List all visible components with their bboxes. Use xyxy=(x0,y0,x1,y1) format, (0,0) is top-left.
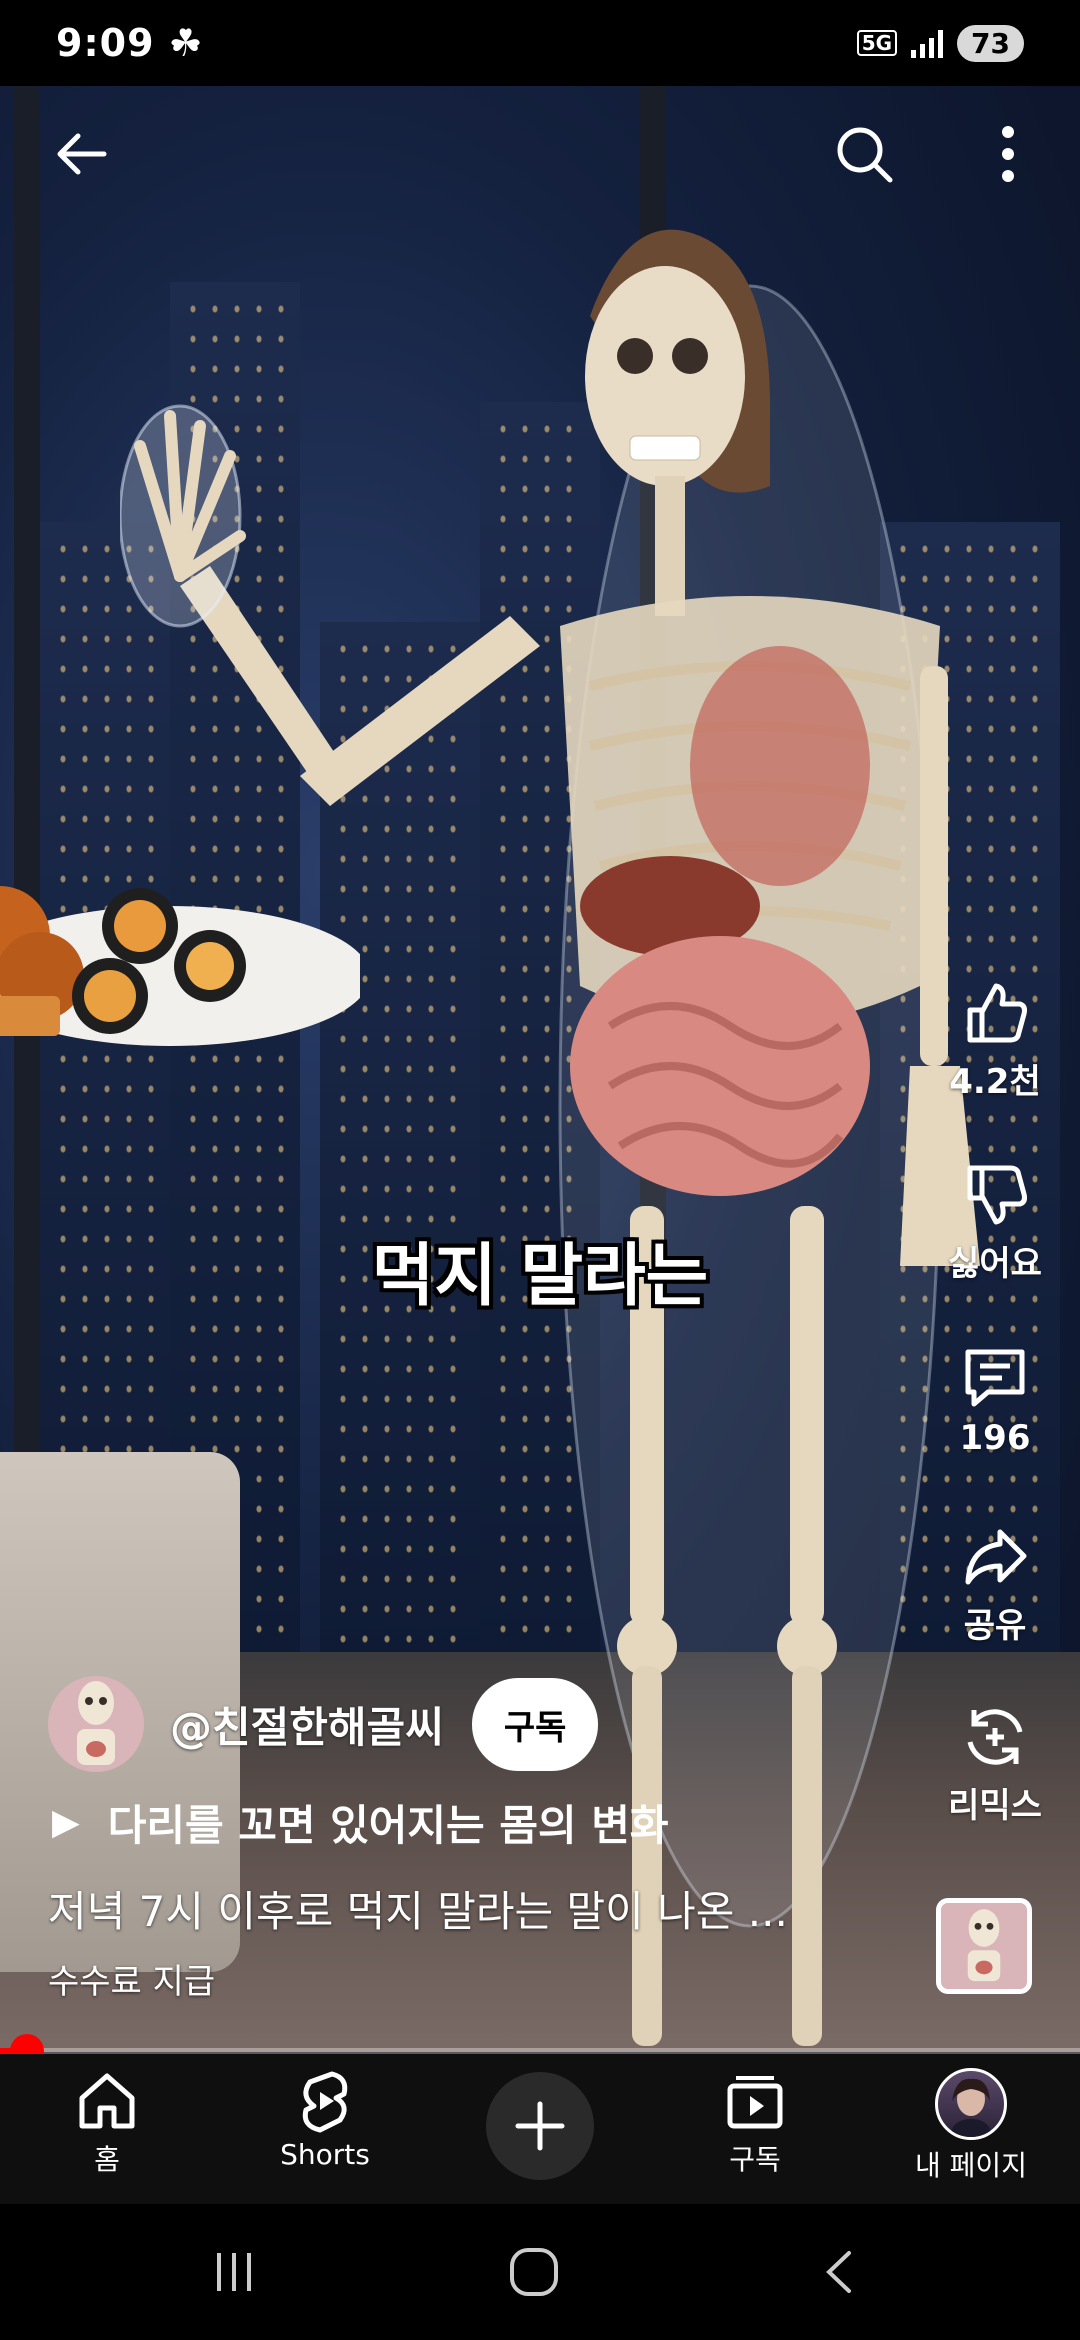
signal-icon xyxy=(911,28,944,58)
status-time: 9:09 xyxy=(56,21,155,65)
channel-avatar[interactable] xyxy=(48,1676,144,1772)
linked-video[interactable]: ▶ 다리를 꼬면 있어지는 몸의 변화 xyxy=(52,1792,669,1853)
nav-my-page[interactable]: 내 페이지 xyxy=(886,2068,1056,2184)
avatar xyxy=(935,2068,1007,2140)
play-icon: ▶ xyxy=(52,1802,80,1843)
create-button[interactable] xyxy=(486,2072,594,2180)
share-button[interactable]: 공유 xyxy=(930,1522,1060,1647)
nav-home-label: 홈 xyxy=(94,2143,120,2176)
remix-label: 리믹스 xyxy=(948,1786,1042,1826)
nav-shorts[interactable]: Shorts xyxy=(240,2068,410,2171)
back-button[interactable] xyxy=(46,118,118,190)
subscribe-button[interactable]: 구독 xyxy=(471,1677,599,1771)
bottom-navigation: 홈 Shorts 구독 내 페이지 xyxy=(0,2054,1080,2204)
skeleton-thumbnail-icon xyxy=(967,1909,1001,1982)
recent-apps-button[interactable] xyxy=(194,2240,274,2304)
more-vertical-icon xyxy=(1002,126,1014,182)
home-system-icon xyxy=(510,2248,558,2296)
plus-icon xyxy=(515,2101,565,2151)
video-description[interactable]: 저녁 7시 이후로 먹지 말라는 말이 나온 ... xyxy=(48,1878,868,1939)
shorts-icon xyxy=(302,2071,348,2133)
search-button[interactable] xyxy=(828,118,900,190)
thumbs-down-icon xyxy=(967,1165,1027,1225)
nav-shorts-label: Shorts xyxy=(280,2138,370,2171)
home-icon xyxy=(79,2073,135,2129)
like-count: 4.2천 xyxy=(949,1062,1041,1102)
remix-button[interactable]: 리믹스 xyxy=(930,1702,1060,1827)
thumbs-up-icon xyxy=(967,983,1027,1043)
share-icon xyxy=(965,1529,1027,1585)
search-icon xyxy=(837,127,893,183)
battery-level: 73 xyxy=(957,24,1024,62)
sound-thumbnail[interactable] xyxy=(936,1898,1032,1994)
channel-handle[interactable]: @친절한해골씨 xyxy=(170,1694,444,1755)
arrow-left-icon xyxy=(57,133,107,175)
nav-subscriptions[interactable]: 구독 xyxy=(670,2068,840,2178)
nav-subscriptions-label: 구독 xyxy=(729,2143,781,2176)
clover-icon: ☘ xyxy=(168,21,203,65)
home-system-button[interactable] xyxy=(494,2240,574,2304)
remix-icon xyxy=(967,1709,1023,1765)
share-label: 공유 xyxy=(963,1606,1027,1646)
nav-home[interactable]: 홈 xyxy=(22,2068,192,2178)
chevron-left-icon xyxy=(826,2251,851,2293)
recent-apps-icon xyxy=(217,2253,251,2291)
comment-icon xyxy=(965,1349,1025,1407)
back-system-button[interactable] xyxy=(800,2240,880,2304)
system-navigation-bar xyxy=(0,2204,1080,2340)
dislike-button[interactable]: 싫어요 xyxy=(930,1160,1060,1285)
dislike-label: 싫어요 xyxy=(948,1244,1042,1284)
comments-button[interactable]: 196 xyxy=(930,1342,1060,1458)
nav-my-page-label: 내 페이지 xyxy=(915,2149,1027,2182)
comment-count: 196 xyxy=(959,1418,1031,1458)
more-options-button[interactable] xyxy=(972,118,1044,190)
linked-video-title: 다리를 꼬면 있어지는 몸의 변화 xyxy=(107,1801,669,1850)
skeleton-raised-hand xyxy=(120,404,540,806)
status-bar: 9:09 ☘ 5G 73 xyxy=(0,0,1080,86)
skeleton-avatar-icon xyxy=(77,1681,115,1765)
like-button[interactable]: 4.2천 xyxy=(930,978,1060,1103)
network-type: 5G xyxy=(856,30,898,56)
subscriptions-icon xyxy=(727,2076,783,2129)
paid-promotion-label: 수수료 지급 xyxy=(48,1962,216,2002)
channel-row: @친절한해골씨 구독 xyxy=(48,1676,599,1772)
video-caption: 먹지 말라는 xyxy=(371,1237,709,1316)
